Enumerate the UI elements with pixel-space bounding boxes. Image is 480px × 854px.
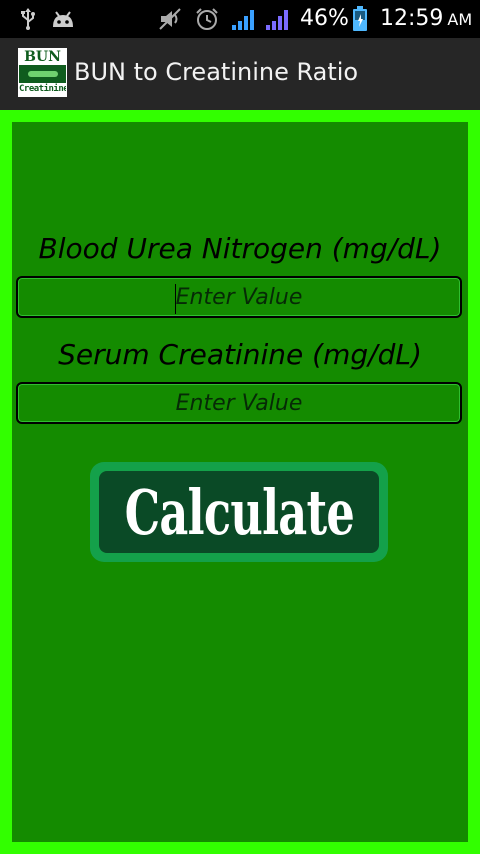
text-caret	[175, 284, 176, 314]
signal-icon-2	[264, 7, 292, 31]
calculate-button[interactable]: Calculate	[90, 462, 388, 562]
form-panel: Blood Urea Nitrogen (mg/dL) Enter Value …	[12, 122, 468, 842]
creatinine-label: Serum Creatinine (mg/dL)	[58, 338, 422, 371]
battery-icon	[352, 6, 368, 31]
creatinine-input[interactable]: Enter Value	[16, 382, 462, 424]
app-title: BUN to Creatinine Ratio	[74, 58, 359, 86]
app-logo-bun: BUN	[19, 49, 66, 65]
status-bar: 46% 12:59 AM	[0, 0, 480, 38]
battery-percent: 46%	[300, 6, 349, 31]
calculate-button-face: Calculate	[99, 471, 379, 553]
signal-icon	[230, 7, 258, 31]
creatinine-input-placeholder: Enter Value	[175, 390, 303, 416]
bun-input[interactable]: Enter Value	[16, 276, 462, 318]
bun-input-placeholder: Enter Value	[175, 284, 303, 310]
content-frame: Blood Urea Nitrogen (mg/dL) Enter Value …	[0, 110, 480, 854]
usb-icon	[18, 7, 38, 31]
mute-icon	[158, 7, 184, 31]
clock: 12:59 AM	[380, 6, 472, 31]
clock-time: 12:59	[380, 6, 444, 31]
action-bar: BUN Creatinine BUN to Creatinine Ratio	[0, 38, 480, 110]
clock-ampm: AM	[447, 10, 473, 29]
calculate-button-label: Calculate	[124, 475, 354, 549]
android-debug-icon	[50, 7, 76, 31]
app-logo-pill-icon	[27, 71, 58, 77]
alarm-icon	[194, 7, 220, 31]
app-logo-creatinine: Creatinine	[19, 83, 67, 96]
app-logo[interactable]: BUN Creatinine	[18, 48, 67, 97]
bun-label: Blood Urea Nitrogen (mg/dL)	[38, 232, 442, 265]
